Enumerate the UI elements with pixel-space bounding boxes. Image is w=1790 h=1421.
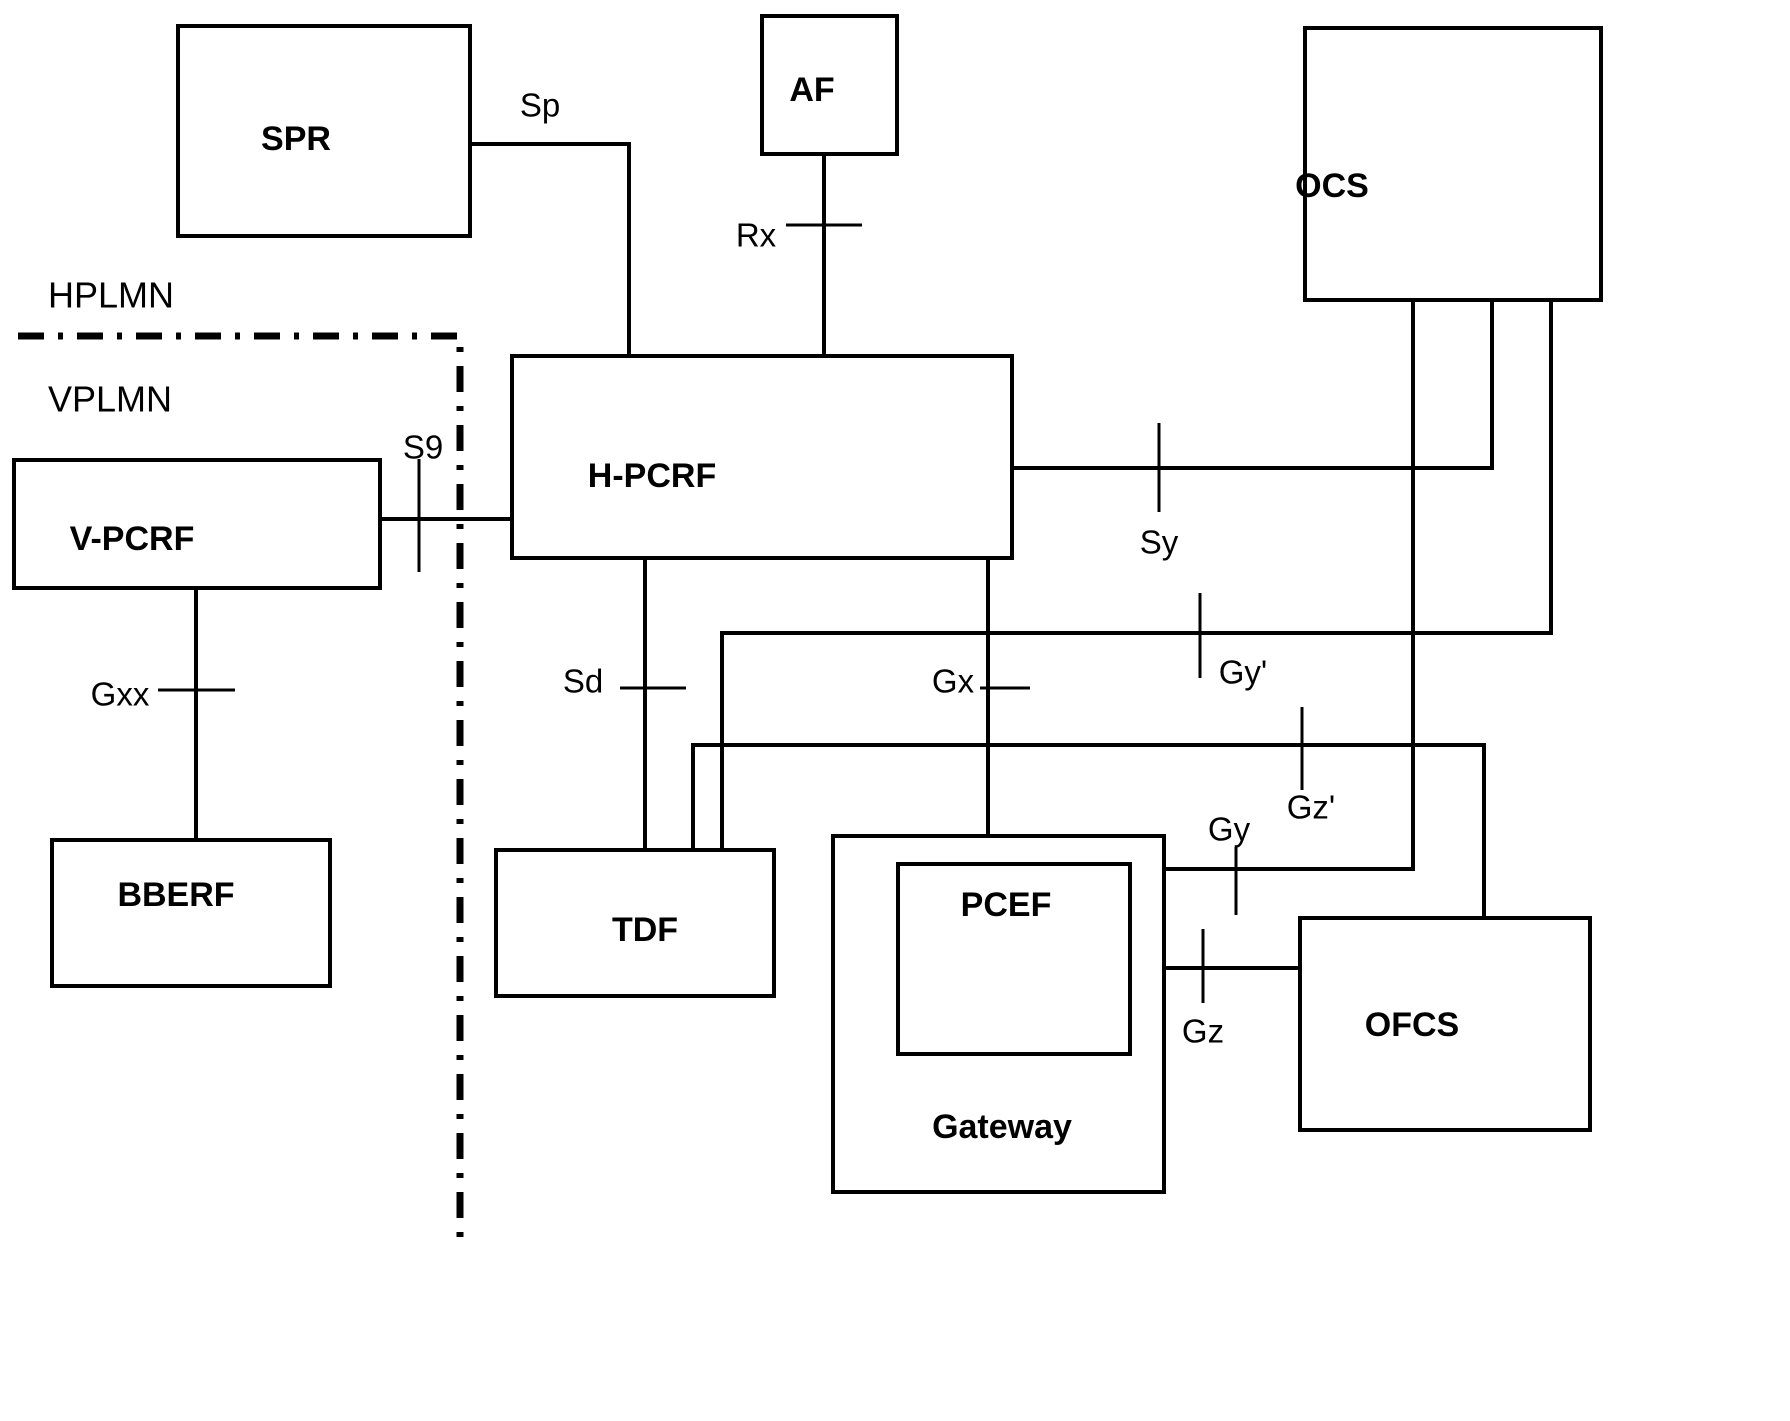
iface-label-gzp: Gz' (1287, 789, 1335, 826)
link-gy (1130, 300, 1415, 871)
iface-label-gyp: Gy' (1219, 654, 1267, 691)
node-label-vpcrf: V-PCRF (70, 520, 195, 558)
iface-label-gy: Gy (1208, 811, 1251, 848)
node-label-pcef: PCEF (961, 886, 1052, 924)
architecture-canvas: SPR AF OCS V-PCRF H-PCRF BBERF TDF Gatew… (12, 14, 1603, 1248)
iface-label-rx: Rx (736, 217, 777, 254)
iface-label-sy: Sy (1140, 524, 1179, 561)
node-label-hpcrf: H-PCRF (588, 457, 716, 495)
node-label-af: AF (789, 71, 834, 109)
iface-label-sd: Sd (563, 663, 603, 700)
node-ocs-box[interactable] (1303, 26, 1603, 302)
region-label-vplmn: VPLMN (48, 379, 172, 420)
node-label-bberf: BBERF (117, 876, 234, 914)
link-sy (1012, 300, 1494, 470)
region-label-hplmn: HPLMN (48, 275, 174, 316)
iface-label-s9: S9 (403, 429, 443, 466)
pcc-architecture-diagram: SPR AF OCS V-PCRF H-PCRF BBERF TDF Gatew… (0, 0, 1790, 1421)
iface-label-gx: Gx (932, 663, 975, 700)
iface-label-gz: Gz (1182, 1013, 1224, 1050)
link-sp (470, 142, 631, 356)
node-label-ocs: OCS (1295, 167, 1369, 205)
node-label-gateway: Gateway (932, 1108, 1072, 1146)
iface-label-gxx: Gxx (91, 676, 150, 713)
node-label-tdf: TDF (612, 911, 678, 949)
iface-label-sp: Sp (520, 87, 560, 124)
node-label-spr: SPR (261, 120, 331, 158)
node-label-ofcs: OFCS (1365, 1006, 1459, 1044)
